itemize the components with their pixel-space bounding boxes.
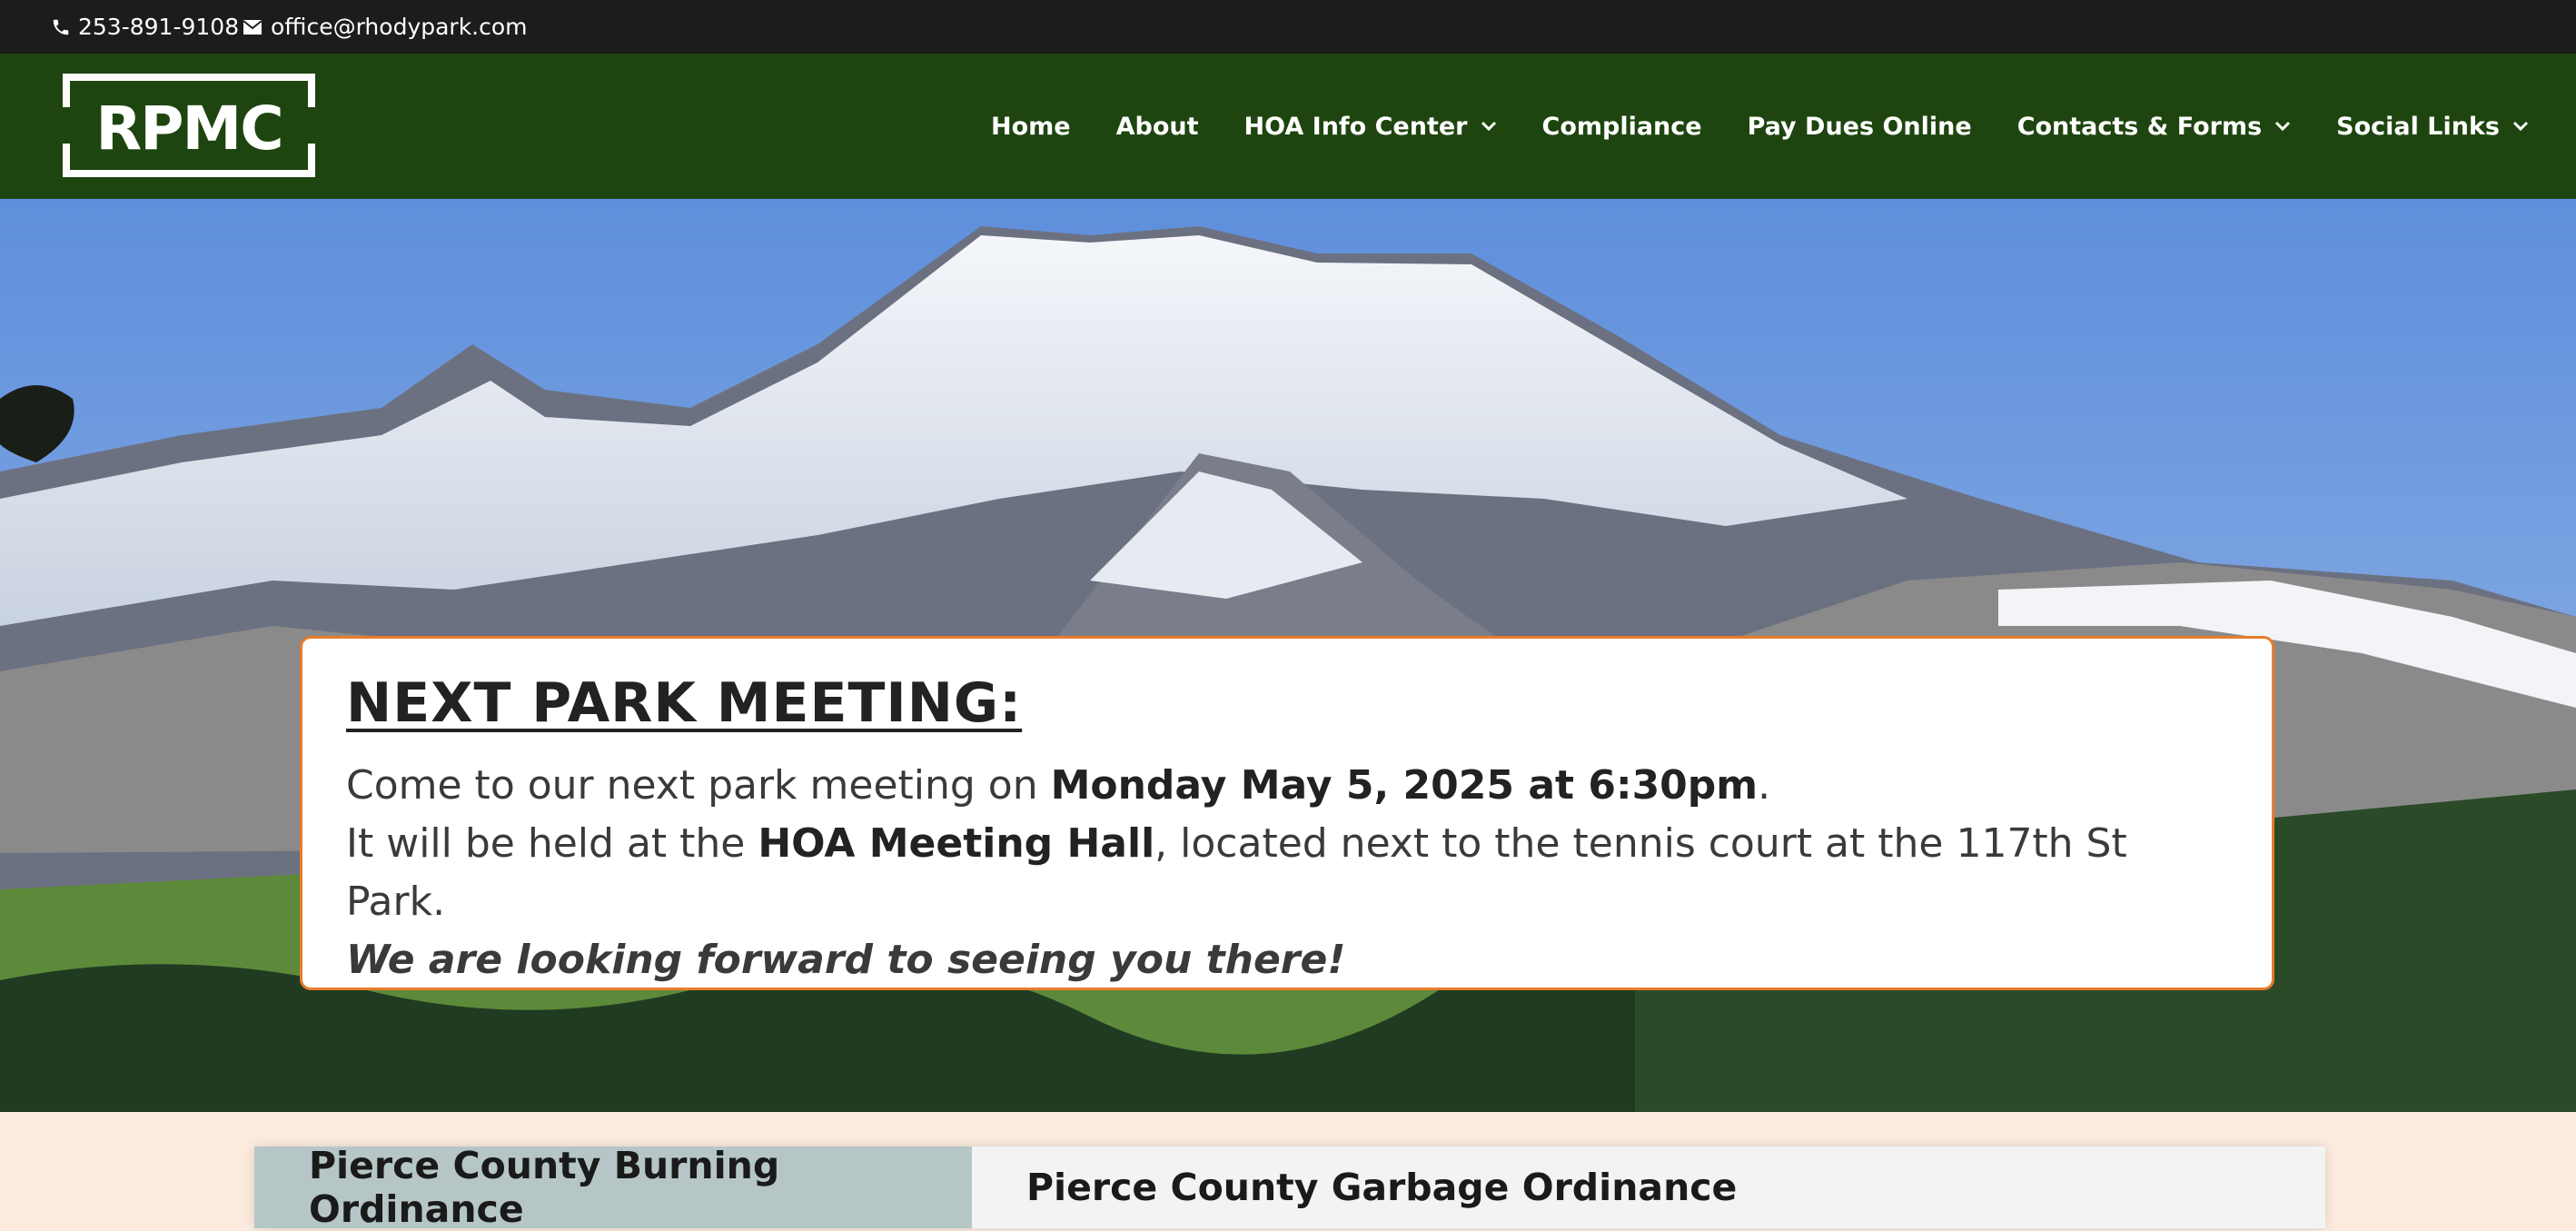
nav-hoa-info-center[interactable]: HOA Info Center bbox=[1244, 113, 1497, 141]
top-contact-bar: 253-891-9108 office@rhodypark.com bbox=[0, 0, 2576, 54]
meeting-location: HOA Meeting Hall bbox=[758, 820, 1155, 867]
meeting-location-line: It will be held at the HOA Meeting Hall,… bbox=[346, 820, 2127, 925]
nav-home[interactable]: Home bbox=[991, 113, 1071, 141]
nav-about[interactable]: About bbox=[1116, 113, 1199, 141]
tab-garbage-ordinance[interactable]: Pierce County Garbage Ordinance bbox=[972, 1147, 1791, 1228]
phone-number: 253-891-9108 bbox=[78, 14, 240, 40]
nav-social-links[interactable]: Social Links bbox=[2336, 113, 2529, 141]
meeting-heading: NEXT PARK MEETING: bbox=[346, 671, 1023, 735]
phone-icon bbox=[53, 19, 69, 35]
meeting-closing-line: We are looking forward to seeing you the… bbox=[346, 937, 1346, 983]
rpmc-logo[interactable]: RPMC bbox=[62, 73, 316, 178]
meeting-date: Monday May 5, 2025 at 6:30pm bbox=[1050, 762, 1759, 809]
chevron-down-icon bbox=[2275, 121, 2291, 132]
chevron-down-icon bbox=[1481, 121, 1496, 132]
phone-contact[interactable]: 253-891-9108 bbox=[51, 0, 239, 54]
ordinance-tabs: Pierce County Burning Ordinance Pierce C… bbox=[254, 1144, 2325, 1231]
nav-pay-dues[interactable]: Pay Dues Online bbox=[1748, 113, 1972, 141]
nav-compliance[interactable]: Compliance bbox=[1542, 113, 1702, 141]
email-contact[interactable]: office@rhodypark.com bbox=[242, 0, 528, 54]
nav-contacts-forms[interactable]: Contacts & Forms bbox=[2017, 113, 2291, 141]
meeting-date-line: Come to our next park meeting on Monday … bbox=[346, 762, 1771, 809]
email-address: office@rhodypark.com bbox=[271, 14, 528, 40]
chevron-down-icon bbox=[2512, 121, 2529, 132]
tab-burning-ordinance[interactable]: Pierce County Burning Ordinance bbox=[254, 1144, 972, 1231]
envelope-icon bbox=[243, 19, 263, 35]
main-nav: Home About HOA Info Center Compliance Pa… bbox=[946, 54, 2529, 199]
logo-text: RPMC bbox=[95, 94, 282, 164]
meeting-announcement-card: NEXT PARK MEETING: Come to our next park… bbox=[300, 636, 2274, 990]
